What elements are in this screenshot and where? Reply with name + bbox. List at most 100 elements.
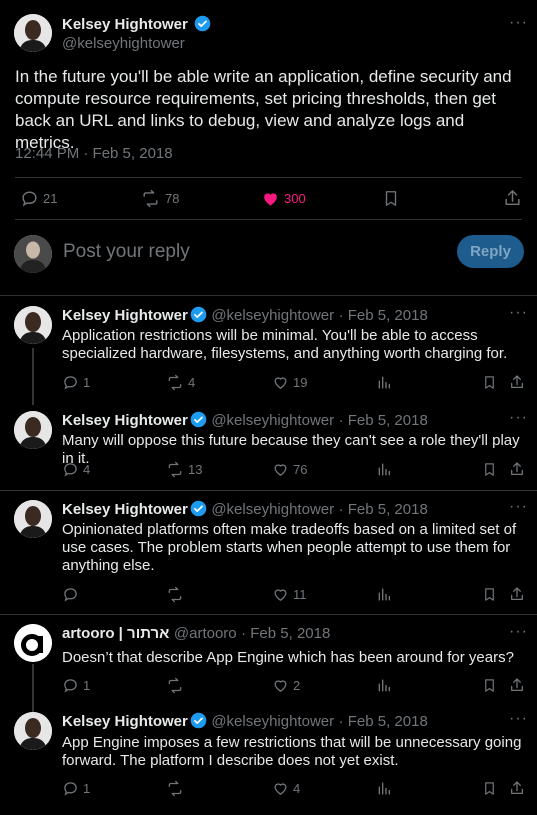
reply-handle[interactable]: @artooro (174, 625, 237, 642)
letter-a-logo-icon (14, 624, 52, 662)
reply-handle[interactable]: @kelseyhightower (211, 412, 334, 429)
repost-action[interactable] (166, 586, 188, 603)
bookmark-icon (485, 463, 494, 476)
analytics-icon (378, 782, 390, 795)
repost-action[interactable]: 78 (140, 189, 179, 208)
like-action[interactable]: 76 (272, 461, 307, 478)
reply-date[interactable]: · Feb 5, 2018 (339, 713, 428, 730)
reply-date[interactable]: · Feb 5, 2018 (339, 307, 428, 324)
bookmark-action[interactable] (482, 374, 497, 391)
reply-author-name[interactable]: artooro | ארתור (62, 625, 169, 642)
divider (0, 614, 537, 615)
like-action[interactable]: 2 (272, 677, 300, 694)
reply-handle[interactable]: @kelseyhightower (211, 307, 334, 324)
divider (0, 295, 537, 296)
reply-header: Kelsey Hightower @kelseyhightower · Feb … (62, 306, 428, 325)
reply-action[interactable]: 1 (62, 780, 90, 797)
more-options-icon[interactable]: ··· (509, 623, 528, 641)
divider (15, 177, 522, 178)
reply-header: artooro | ארתור @artooro · Feb 5, 2018 (62, 625, 330, 643)
bookmark-action[interactable] (482, 586, 497, 603)
views-action[interactable] (376, 374, 392, 391)
reply-text: Opinionated platforms often make tradeof… (62, 521, 517, 574)
person-avatar-icon (14, 306, 52, 344)
reply-avatar[interactable] (14, 306, 52, 344)
heart-icon (274, 680, 287, 692)
analytics-icon (378, 376, 390, 389)
reply-icon (64, 782, 77, 796)
verified-badge-icon (190, 712, 207, 729)
reply-date[interactable]: · Feb 5, 2018 (339, 412, 428, 429)
views-action[interactable] (376, 780, 392, 797)
reply-author-name[interactable]: Kelsey Hightower (62, 501, 188, 518)
author-name[interactable]: Kelsey Hightower (62, 15, 211, 33)
repost-action[interactable] (166, 780, 188, 797)
bookmark-action[interactable] (382, 189, 400, 208)
heart-icon (274, 377, 287, 389)
reply-avatar[interactable] (14, 411, 52, 449)
repost-action[interactable]: 13 (166, 461, 202, 478)
divider (0, 490, 537, 491)
repost-action[interactable]: 4 (166, 374, 195, 391)
reply-action[interactable]: 4 (62, 461, 90, 478)
share-action[interactable] (509, 373, 525, 391)
bookmark-action[interactable] (482, 677, 497, 694)
reply-date[interactable]: · Feb 5, 2018 (339, 501, 428, 518)
reply-icon (64, 679, 77, 693)
more-options-icon[interactable]: ··· (509, 409, 528, 427)
share-action[interactable] (509, 460, 525, 478)
reply-avatar[interactable] (14, 624, 52, 662)
verified-badge-icon (190, 500, 207, 517)
reply-header: Kelsey Hightower @kelseyhightower · Feb … (62, 500, 428, 519)
share-icon (505, 190, 520, 206)
like-action[interactable]: 11 (272, 586, 307, 603)
reply-author-name[interactable]: Kelsey Hightower (62, 307, 188, 324)
like-action[interactable]: 19 (272, 374, 307, 391)
like-action[interactable]: 300 (261, 189, 306, 208)
share-action[interactable] (503, 188, 522, 208)
reply-action[interactable]: 1 (62, 374, 90, 391)
more-options-icon[interactable]: ··· (509, 14, 528, 32)
share-icon (511, 781, 523, 794)
views-action[interactable] (376, 677, 392, 694)
more-options-icon[interactable]: ··· (509, 498, 528, 516)
reply-author-name[interactable]: Kelsey Hightower (62, 412, 188, 429)
repost-action[interactable] (166, 677, 188, 694)
share-icon (511, 462, 523, 475)
reply-input[interactable]: Post your reply (63, 241, 190, 263)
current-user-avatar[interactable] (14, 235, 52, 273)
divider (15, 219, 522, 220)
verified-badge-icon (190, 411, 207, 428)
bookmark-action[interactable] (482, 461, 497, 478)
reply-date[interactable]: · Feb 5, 2018 (241, 625, 330, 642)
reply-action[interactable]: 21 (20, 189, 57, 208)
views-action[interactable] (376, 586, 392, 603)
like-action[interactable]: 4 (272, 780, 300, 797)
thread-line (32, 664, 34, 714)
tweet-timestamp[interactable]: 12:44 PM · Feb 5, 2018 (15, 145, 173, 162)
reply-avatar[interactable] (14, 712, 52, 750)
author-handle[interactable]: @kelseyhightower (62, 35, 185, 52)
reply-header: Kelsey Hightower @kelseyhightower · Feb … (62, 712, 428, 731)
reply-action[interactable] (62, 586, 83, 603)
verified-badge-icon (190, 306, 207, 323)
person-avatar-icon (14, 712, 52, 750)
person-avatar-icon (14, 500, 52, 538)
reply-button[interactable]: Reply (457, 235, 524, 268)
more-options-icon[interactable]: ··· (509, 304, 528, 322)
repost-icon (168, 374, 182, 391)
views-action[interactable] (376, 461, 392, 478)
share-action[interactable] (509, 676, 525, 694)
share-action[interactable] (509, 585, 525, 603)
more-options-icon[interactable]: ··· (509, 710, 528, 728)
bookmark-icon (385, 191, 397, 206)
reply-author-name[interactable]: Kelsey Hightower (62, 713, 188, 730)
reply-avatar[interactable] (14, 500, 52, 538)
share-action[interactable] (509, 779, 525, 797)
reply-handle[interactable]: @kelseyhightower (211, 501, 334, 518)
bookmark-action[interactable] (482, 780, 497, 797)
reply-handle[interactable]: @kelseyhightower (211, 713, 334, 730)
author-avatar[interactable] (14, 14, 52, 52)
reply-action[interactable]: 1 (62, 677, 90, 694)
repost-icon (168, 586, 182, 603)
